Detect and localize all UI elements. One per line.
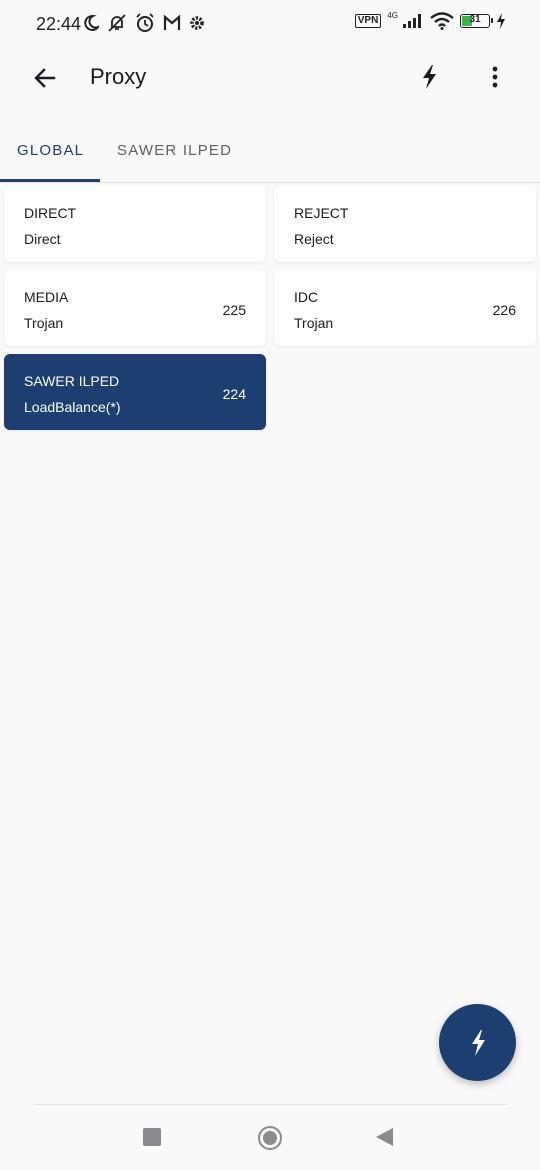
- proxy-delay: 225: [222, 302, 246, 318]
- proxy-delay: 226: [492, 302, 516, 318]
- proxy-name: SAWER ILPED: [24, 373, 120, 389]
- status-icons-right: VPN 4G 31: [354, 10, 506, 30]
- back-triangle-icon[interactable]: [376, 1128, 393, 1146]
- proxy-card-sawer-ilped[interactable]: SAWER ILPED LoadBalance(*) 224: [4, 354, 266, 430]
- proxy-type: LoadBalance(*): [24, 399, 121, 415]
- moon-icon: [84, 14, 99, 31]
- more-options-button[interactable]: [482, 62, 508, 92]
- test-delay-fab[interactable]: [439, 1004, 516, 1081]
- gmail-icon: [163, 15, 181, 30]
- app-bar: Proxy: [0, 48, 540, 110]
- network-type: 4G: [387, 10, 398, 20]
- proxy-type: Trojan: [294, 315, 334, 331]
- proxy-name: IDC: [294, 289, 319, 305]
- status-icons-left: [83, 13, 205, 33]
- system-nav-bar: [0, 1104, 540, 1170]
- proxy-type: Direct: [24, 231, 61, 247]
- alarm-icon: [136, 13, 154, 32]
- charging-icon: [497, 13, 505, 29]
- proxy-card-idc[interactable]: IDC Trojan 226: [274, 270, 536, 346]
- tab-sawer-ilped[interactable]: SAWER ILPED: [117, 142, 232, 159]
- proxy-card-direct[interactable]: DIRECT Direct: [4, 186, 266, 262]
- more-vert-icon: [492, 66, 498, 88]
- settings-gear-icon: [190, 16, 204, 30]
- proxy-name: DIRECT: [24, 205, 77, 221]
- wifi-icon: [430, 12, 454, 30]
- bell-off-icon: [108, 14, 126, 32]
- proxy-card-reject[interactable]: REJECT Reject: [274, 186, 536, 262]
- proxy-delay: 224: [222, 386, 246, 402]
- battery-level: 31: [469, 14, 481, 25]
- signal-icon: [403, 14, 421, 28]
- delay-test-button[interactable]: [414, 62, 444, 92]
- proxy-name: REJECT: [294, 205, 349, 221]
- lightning-bolt-icon: [423, 65, 436, 89]
- vpn-badge: VPN: [354, 14, 382, 28]
- battery-icon: 31: [460, 14, 493, 28]
- status-bar: 22:44 VPN 4G 31: [0, 0, 540, 48]
- recents-square-icon[interactable]: [143, 1128, 161, 1146]
- proxy-type: Trojan: [24, 315, 64, 331]
- status-time: 22:44: [36, 14, 82, 34]
- nav-divider: [34, 1104, 506, 1105]
- back-button[interactable]: [30, 63, 60, 93]
- lightning-bolt-icon: [471, 1029, 485, 1056]
- tab-indicator: [0, 179, 100, 182]
- home-circle-icon[interactable]: [258, 1126, 282, 1150]
- proxy-card-media[interactable]: MEDIA Trojan 225: [4, 270, 266, 346]
- arrow-left-icon: [34, 68, 56, 88]
- proxy-type: Reject: [294, 231, 334, 247]
- group-tabs: GLOBAL SAWER ILPED: [0, 126, 540, 183]
- page-title: Proxy: [90, 64, 147, 89]
- tab-global[interactable]: GLOBAL: [17, 142, 84, 159]
- proxy-name: MEDIA: [24, 289, 69, 305]
